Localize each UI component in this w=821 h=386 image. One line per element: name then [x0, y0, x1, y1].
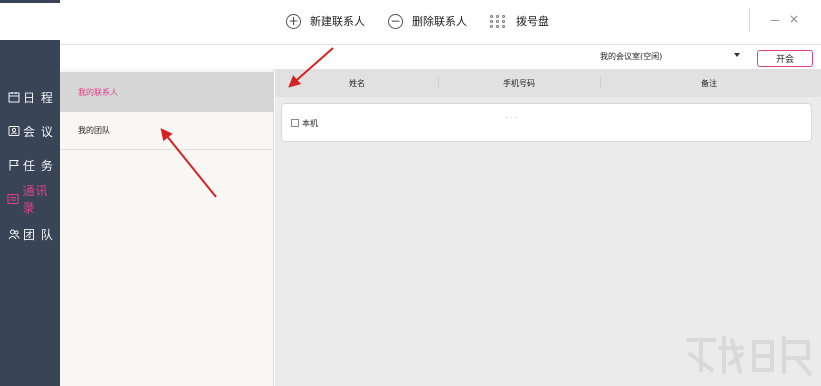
dialpad-icon [490, 14, 506, 28]
column-header-note: 备注 [701, 79, 717, 88]
delete-contact-button[interactable]: − 删除联系人 [388, 11, 467, 31]
plus-circle-icon: + [286, 13, 301, 29]
sidebar-item-schedule[interactable]: 日 程 [0, 84, 60, 110]
divider [60, 149, 274, 150]
flag-icon [7, 159, 20, 172]
start-meeting-label: 开会 [775, 55, 794, 65]
new-contact-button[interactable]: + 新建联系人 [286, 11, 365, 31]
sidebar: 日 程 会 议 任 务 通讯录 团 队 [0, 0, 60, 386]
window-controls-divider [749, 8, 750, 32]
dialpad-button[interactable]: 拨号盘 [490, 11, 549, 31]
meeting-room-value: 我的会议室(空闲) [600, 52, 663, 61]
new-contact-label: 新建联系人 [310, 15, 365, 28]
column-divider [600, 77, 601, 89]
row-name: 本机 [302, 119, 318, 128]
caret-down-icon [734, 53, 740, 57]
toolbar: + 新建联系人 − 删除联系人 拨号盘 － × [60, 0, 821, 44]
team-icon [7, 228, 20, 241]
sidebar-item-label: 通讯录 [22, 184, 49, 215]
column-header-phone: 手机号码 [503, 79, 535, 88]
dialpad-label: 拨号盘 [516, 15, 549, 28]
meeting-room-select[interactable]: 我的会议室(空闲) [600, 51, 740, 65]
meeting-bar: 我的会议室(空闲) 开会 [60, 44, 821, 69]
table-header: 姓名 手机号码 备注 [275, 69, 821, 97]
minus-circle-icon: − [388, 13, 403, 29]
sidebar-item-label: 日 程 [23, 90, 54, 105]
watermark-logo [686, 336, 812, 376]
sidebar-item-label: 任 务 [23, 158, 54, 173]
contacts-icon [7, 193, 20, 206]
delete-contact-label: 删除联系人 [412, 15, 467, 28]
sidebar-item-team[interactable]: 团 队 [0, 221, 60, 247]
close-button[interactable]: × [789, 12, 799, 26]
contact-groups-panel: 我的联系人 我的团队 [60, 69, 274, 386]
row-phone: · · · [506, 115, 517, 121]
row-checkbox[interactable] [291, 119, 299, 127]
sidebar-item-meeting[interactable]: 会 议 [0, 118, 60, 144]
sidebar-item-label: 团 队 [23, 227, 54, 242]
sidebar-item-contacts[interactable]: 通讯录 [0, 184, 60, 215]
column-header-name: 姓名 [349, 79, 365, 88]
minimize-button[interactable]: － [769, 12, 781, 29]
sidebar-item-label: 会 议 [23, 124, 54, 139]
table-row[interactable]: 本机 · · · [281, 103, 812, 142]
calendar-icon [7, 91, 20, 104]
group-label: 我的团队 [78, 125, 110, 135]
sidebar-header [0, 0, 60, 40]
meeting-icon [7, 125, 20, 138]
group-my-team[interactable]: 我的团队 [60, 110, 274, 150]
group-label: 我的联系人 [78, 87, 118, 97]
sidebar-item-tasks[interactable]: 任 务 [0, 152, 60, 178]
column-divider [438, 77, 439, 89]
start-meeting-button[interactable]: 开会 [757, 50, 813, 67]
group-my-contacts[interactable]: 我的联系人 [60, 72, 274, 112]
